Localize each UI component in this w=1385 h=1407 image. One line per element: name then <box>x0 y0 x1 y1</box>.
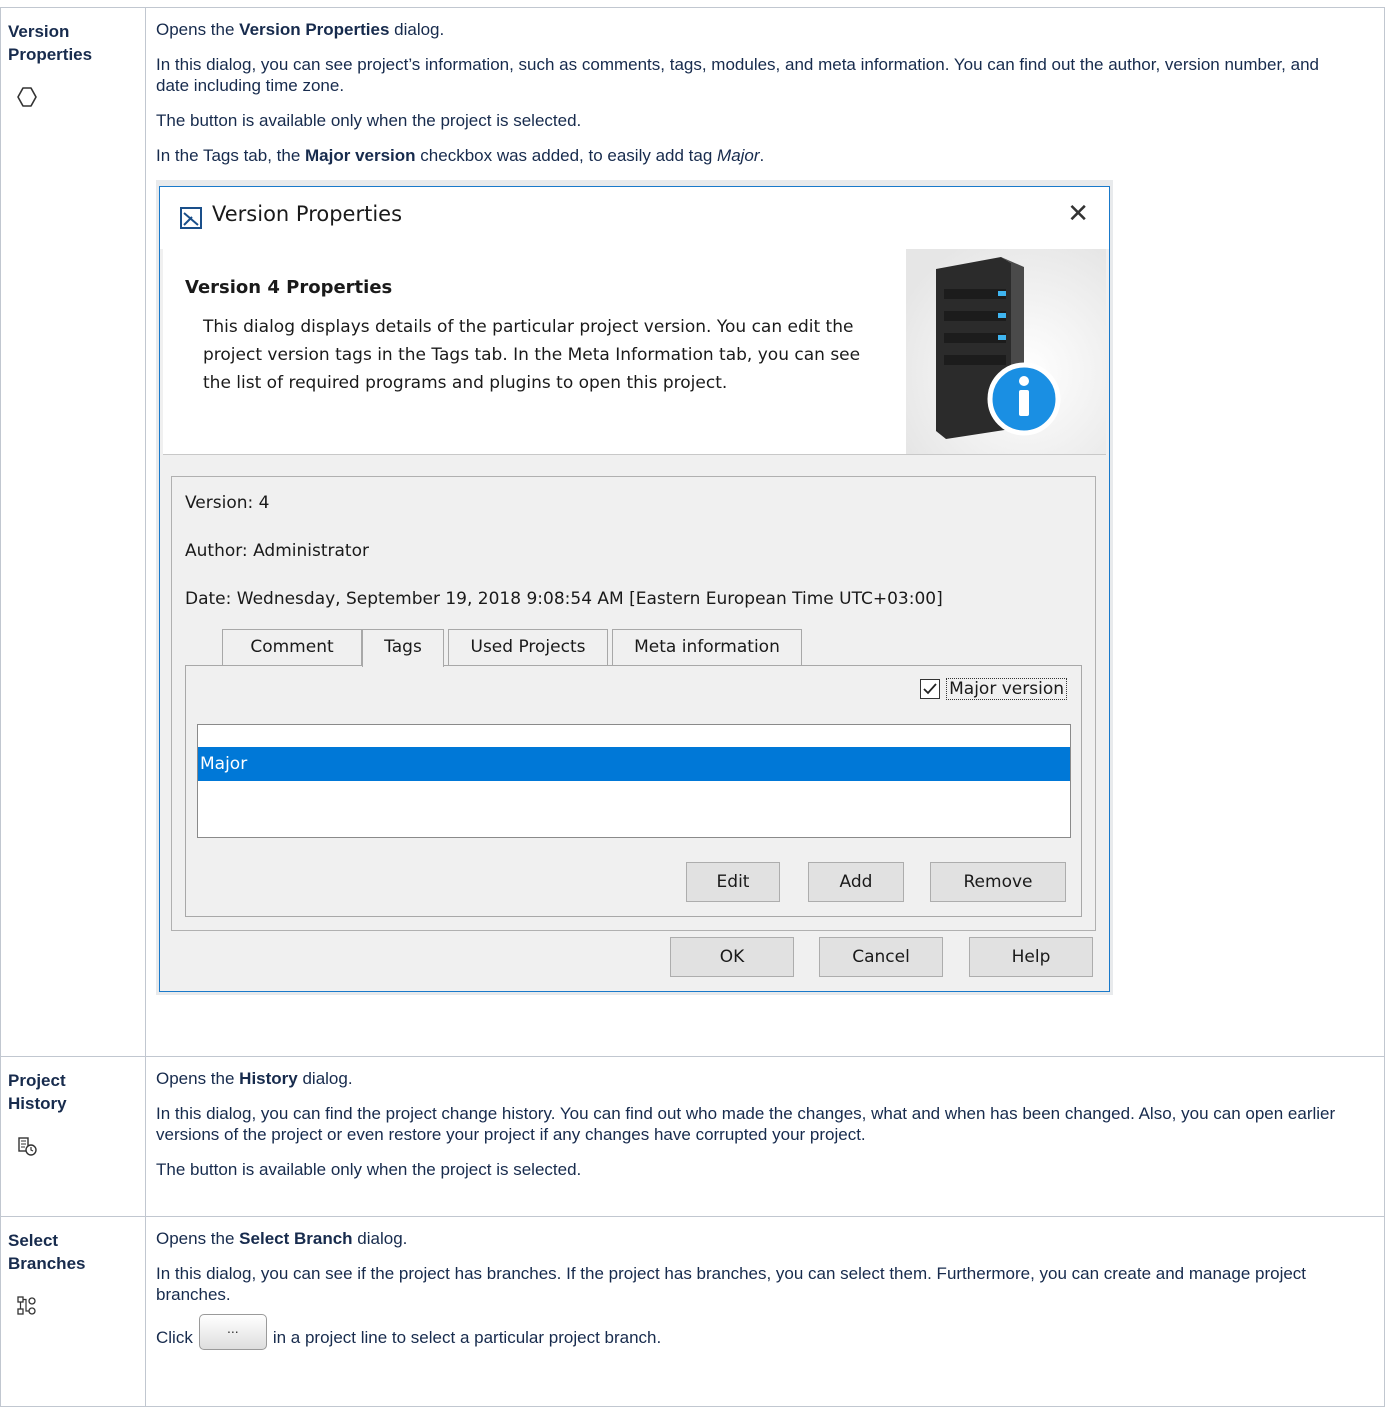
dialog-title: Version Properties <box>212 202 403 226</box>
row-description-cell: Opens the History dialog. In this dialog… <box>145 1056 1385 1217</box>
version-details-panel: Version: 4 Author: Administrator Date: W… <box>171 476 1096 931</box>
remove-button[interactable]: Remove <box>930 862 1066 902</box>
tab-tags[interactable]: Tags <box>362 629 444 667</box>
add-button[interactable]: Add <box>808 862 904 902</box>
ok-button[interactable]: OK <box>670 937 794 977</box>
version-properties-dialog: Version Properties ✕ Version 4 Propertie… <box>159 186 1110 992</box>
help-button[interactable]: Help <box>969 937 1093 977</box>
row-description-cell: Opens the Select Branch dialog. In this … <box>145 1216 1385 1407</box>
row-name: Project History <box>8 1071 67 1113</box>
tab-comment[interactable]: Comment <box>222 629 362 665</box>
tab-used-projects[interactable]: Used Projects <box>448 629 608 665</box>
hexagon-outline-icon <box>17 87 37 107</box>
description-paragraph: The button is available only when the pr… <box>156 1160 582 1179</box>
description-paragraph: The button is available only when the pr… <box>156 111 582 130</box>
dialog-screenshot: Version Properties ✕ Version 4 Propertie… <box>156 180 1113 995</box>
description-paragraph: Click... in a project line to select a pa… <box>156 1314 1384 1364</box>
close-button[interactable]: ✕ <box>1067 199 1089 229</box>
description-paragraph: Opens the Select Branch dialog. <box>156 1229 408 1248</box>
description-paragraph: In this dialog, you can see if the proje… <box>156 1264 1307 1304</box>
ellipsis-button: ... <box>198 1314 267 1350</box>
description-paragraph: Opens the History dialog. <box>156 1069 353 1088</box>
major-version-checkbox[interactable]: Major version <box>920 678 1067 700</box>
description-paragraph: In this dialog, you can find the project… <box>156 1104 1336 1144</box>
row-name-cell: Project History <box>0 1056 146 1217</box>
checkbox-label: Major version <box>946 678 1067 700</box>
edit-button[interactable]: Edit <box>686 862 780 902</box>
server-info-icon <box>906 249 1106 454</box>
tag-list[interactable]: Major <box>197 724 1071 838</box>
banner-description: This dialog displays details of the part… <box>203 317 861 393</box>
row-name: Version Properties <box>8 22 93 64</box>
description-paragraph: Opens the Version Properties dialog. <box>156 20 445 39</box>
author-label: Author: Administrator <box>185 541 369 561</box>
history-icon <box>18 1137 37 1156</box>
banner-title: Version 4 Properties <box>185 277 393 298</box>
branches-icon <box>17 1296 36 1315</box>
list-item[interactable]: Major <box>198 747 1070 781</box>
version-label: Version: 4 <box>185 493 270 513</box>
row-name: Select Branches <box>8 1231 86 1273</box>
properties-table: Version Properties Opens the Version Pro… <box>0 7 1385 1407</box>
description-paragraph: In this dialog, you can see project’s in… <box>156 55 1319 95</box>
description-paragraph: In the Tags tab, the Major version check… <box>156 146 765 165</box>
checkmark-icon <box>923 683 937 695</box>
row-description-cell: Opens the Version Properties dialog. In … <box>145 7 1385 1057</box>
tab-meta-information[interactable]: Meta information <box>612 629 802 665</box>
table-row: Select Branches Opens the Select Branch … <box>0 1216 1385 1407</box>
cancel-button[interactable]: Cancel <box>819 937 943 977</box>
date-label: Date: Wednesday, September 19, 2018 9:08… <box>185 589 943 609</box>
row-name-cell: Version Properties <box>0 7 146 1057</box>
table-row: Version Properties Opens the Version Pro… <box>0 7 1385 1057</box>
dialog-banner: Version 4 Properties This dialog display… <box>163 249 1106 455</box>
checkbox-box[interactable] <box>920 679 941 699</box>
app-logo-icon <box>180 207 202 229</box>
dialog-titlebar: Version Properties ✕ <box>160 187 1109 249</box>
table-row: Project History Opens the History dialog… <box>0 1056 1385 1217</box>
row-name-cell: Select Branches <box>0 1216 146 1407</box>
tags-panel: Major version Major Edit Add Remove <box>185 665 1082 917</box>
